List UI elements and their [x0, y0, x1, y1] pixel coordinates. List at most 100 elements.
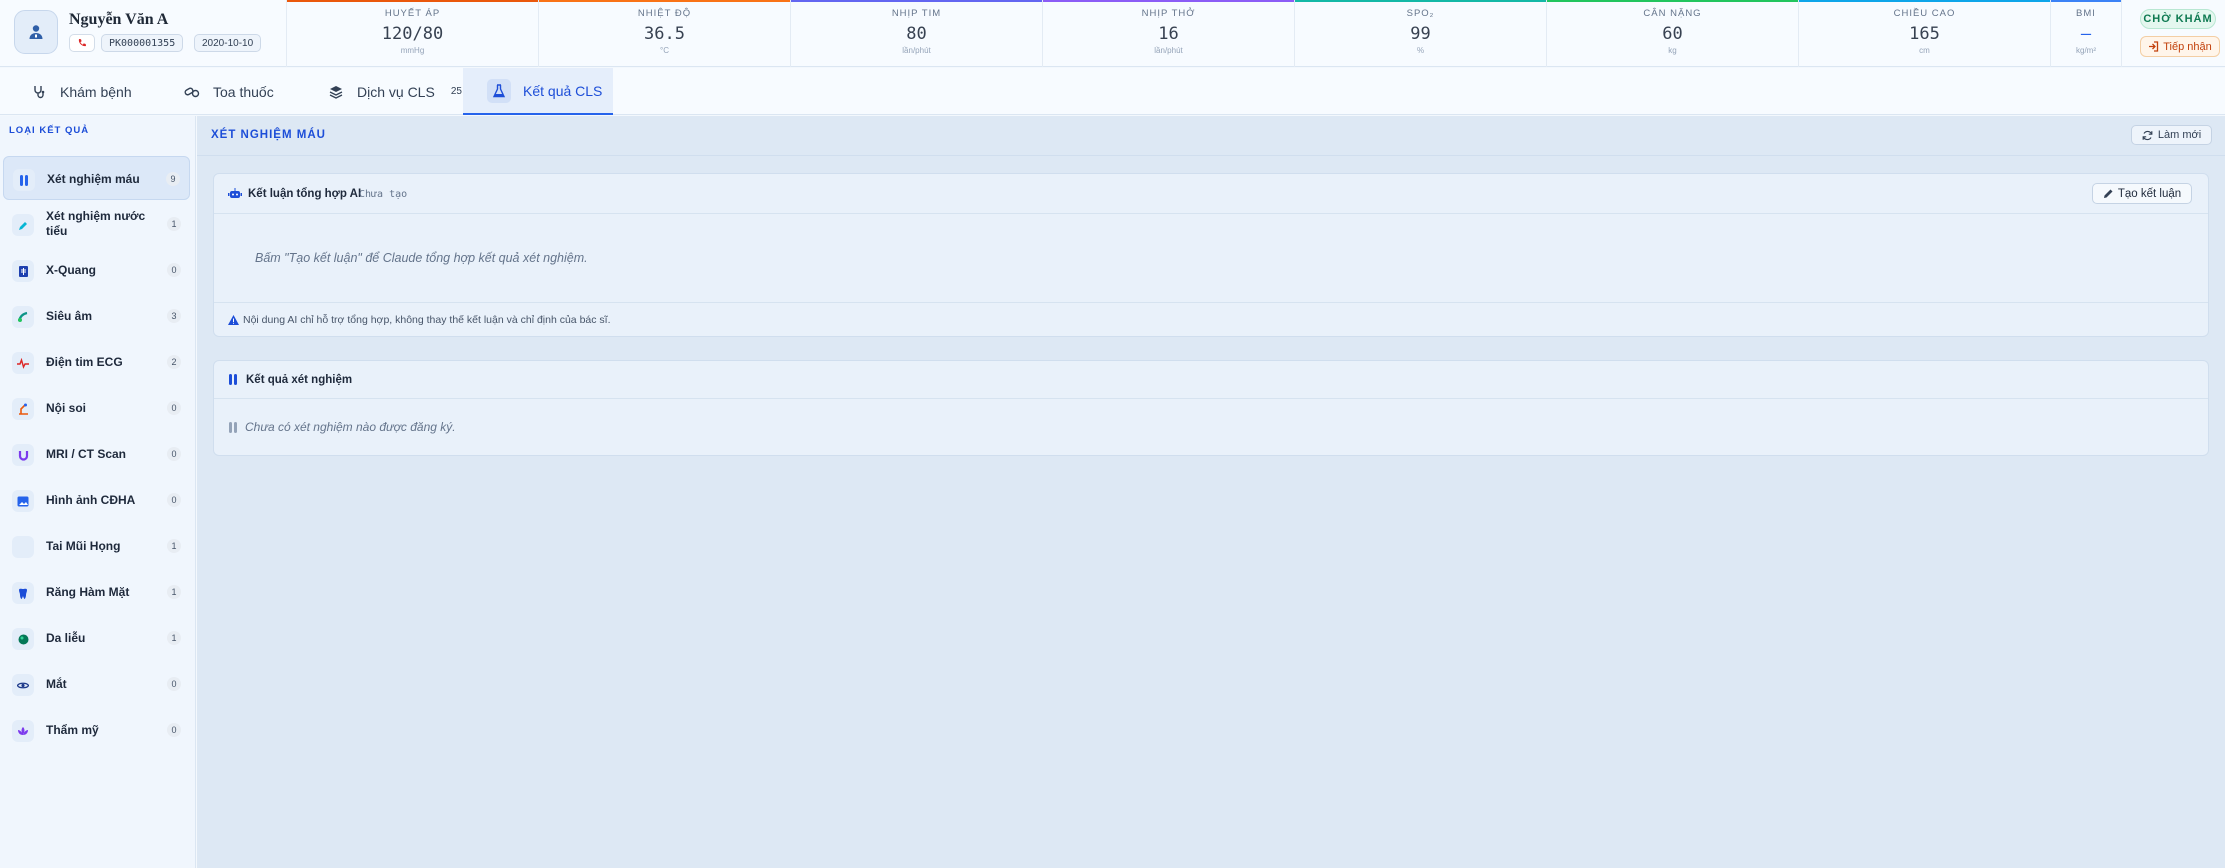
- vital-unit: cm: [1919, 46, 1930, 55]
- vital-accent-bar: [2051, 0, 2121, 2]
- patient-code: PK000001355: [101, 34, 184, 52]
- sidebar-item-label: Nội soi: [46, 400, 87, 415]
- refresh-button[interactable]: Làm mới: [2131, 125, 2212, 145]
- vital-accent-bar: [1547, 0, 1798, 2]
- ent-icon: [12, 536, 34, 558]
- sidebar-item-count: 1: [167, 217, 181, 231]
- sidebar-item-7[interactable]: Hình ảnh CĐHA 0: [3, 478, 190, 522]
- sidebar-item-label: X-Quang: [46, 262, 96, 277]
- sidebar-item-label: MRI / CT Scan: [46, 446, 127, 461]
- vital-unit: kg/m²: [2076, 46, 2096, 55]
- section-title: XÉT NGHIỆM MÁU: [211, 129, 326, 141]
- tab-toa-thuoc[interactable]: Toa thuốc: [153, 68, 297, 115]
- sidebar-item-count: 1: [167, 631, 181, 645]
- sidebar-item-label: Thẩm mỹ: [46, 722, 99, 737]
- sidebar-item-9[interactable]: Răng Hàm Mặt 1: [3, 570, 190, 614]
- empty-text: Chưa có xét nghiệm nào được đăng ký.: [245, 420, 456, 434]
- receive-label: Tiếp nhận: [2163, 40, 2212, 53]
- sidebar-item-11[interactable]: Mắt 0: [3, 662, 190, 706]
- vital-accent-bar: [539, 0, 790, 2]
- sidebar-item-count: 0: [167, 263, 181, 277]
- sidebar-item-2[interactable]: X-Quang 0: [3, 248, 190, 292]
- vital-label: BMI: [2076, 8, 2096, 19]
- refresh-label: Làm mới: [2157, 129, 2202, 141]
- disclaimer-text: Nội dung AI chỉ hỗ trợ tổng hợp, không t…: [243, 313, 611, 326]
- refresh-icon: [2142, 130, 2153, 140]
- sidebar-item-count: 0: [167, 493, 181, 507]
- vital-unit: %: [1416, 46, 1425, 55]
- sidebar-item-count: 0: [167, 447, 181, 461]
- vital-4: SPO₂ 99%: [1295, 0, 1547, 67]
- image-icon: [12, 490, 34, 512]
- sidebar-item-count: 0: [167, 401, 181, 415]
- pills-icon: [183, 83, 201, 101]
- tooth-icon: [12, 582, 34, 604]
- tab-kham-benh[interactable]: Khám bệnh: [0, 68, 153, 115]
- call-button[interactable]: [69, 34, 95, 52]
- sidebar-item-label: Xét nghiệm nước tiểu: [46, 209, 146, 238]
- xray-icon: [12, 260, 34, 282]
- ai-disclaimer: Nội dung AI chỉ hỗ trợ tổng hợp, không t…: [214, 302, 2208, 336]
- sidebar-item-12[interactable]: Thẩm mỹ 0: [3, 708, 190, 752]
- tab-bar: Khám bệnh Toa thuốc Dịch vụ CLS 25 Kết q…: [0, 68, 2225, 115]
- sidebar-item-5[interactable]: Nội soi 0: [3, 386, 190, 430]
- vital-accent-bar: [1043, 0, 1294, 2]
- vital-value: 16: [1158, 24, 1179, 44]
- vital-unit: mmHg: [400, 46, 425, 55]
- patient-name: Nguyễn Văn A: [69, 11, 169, 28]
- result-type-sidebar: LOẠI KẾT QUẢ Xét nghiệm máu 9 Xét nghiệm n…: [0, 116, 196, 868]
- vital-label: CHIỀU CAO: [1893, 8, 1956, 19]
- tab-label: Dịch vụ CLS: [357, 83, 435, 100]
- eye-icon: [12, 674, 34, 696]
- sidebar-item-4[interactable]: Điện tim ECG 2: [3, 340, 190, 384]
- avatar: [14, 10, 58, 54]
- sidebar-item-label: Tai Mũi Họng: [46, 538, 121, 553]
- patient-info: Nguyễn Văn A PK000001355 2020-10-10: [0, 0, 287, 67]
- doctor-icon: [29, 25, 43, 39]
- vital-accent-bar: [1295, 0, 1546, 2]
- vital-label: NHIỆT ĐỘ: [637, 8, 692, 19]
- sidebar-item-8[interactable]: Tai Mũi Họng 1: [3, 524, 190, 568]
- vital-5: CÂN NẶNG 60 kg: [1547, 0, 1799, 67]
- vital-label: CÂN NẶNG: [1643, 8, 1702, 19]
- sidebar-item-label: Điện tim ECG: [46, 354, 123, 369]
- vital-value: 120/80: [381, 24, 444, 44]
- receive-button[interactable]: Tiếp nhận: [2140, 36, 2220, 57]
- ai-card-status: Chưa tạo: [359, 189, 408, 200]
- vital-accent-bar: [287, 0, 538, 2]
- tab-count-badge: 25: [450, 86, 462, 97]
- ai-summary-card: Kết luận tổng hợp AI Chưa tạo Tạo kết lu…: [213, 173, 2209, 337]
- sidebar-item-label: Xét nghiệm máu: [47, 171, 140, 186]
- sidebar-item-label: Hình ảnh CĐHA: [46, 492, 136, 507]
- sidebar-item-label: Siêu âm: [46, 308, 93, 323]
- stethoscope-icon: [30, 83, 48, 101]
- sidebar-item-0[interactable]: Xét nghiệm máu 9: [3, 156, 190, 200]
- section-header: XÉT NGHIỆM MÁU Làm mới: [197, 116, 2225, 156]
- vital-unit: °C: [660, 46, 669, 55]
- vital-unit: lần/phút: [902, 46, 931, 55]
- sidebar-item-count: 1: [167, 585, 181, 599]
- ai-card-header: Kết luận tổng hợp AI Chưa tạo Tạo kết lu…: [214, 174, 2208, 214]
- tab-dich-vu-cls[interactable]: Dịch vụ CLS 25: [297, 68, 463, 115]
- warning-icon: [228, 314, 239, 325]
- sidebar-item-6[interactable]: MRI / CT Scan 0: [3, 432, 190, 476]
- vital-value: —: [2080, 24, 2092, 44]
- sidebar-item-count: 9: [166, 172, 180, 186]
- create-conclusion-button[interactable]: Tạo kết luận: [2092, 183, 2192, 204]
- sidebar-item-10[interactable]: Da liễu 1: [3, 616, 190, 660]
- sidebar-item-1[interactable]: Xét nghiệm nước tiểu 1: [3, 202, 190, 246]
- ai-card-title: Kết luận tổng hợp AI: [248, 188, 362, 200]
- flask-icon: [487, 78, 511, 103]
- vital-2: NHỊP TIM 80 lần/phút: [791, 0, 1043, 67]
- ultrasound-icon: [12, 306, 34, 328]
- sidebar-item-label: Da liễu: [46, 630, 86, 645]
- skin-icon: [12, 628, 34, 650]
- ai-hint-text: Bấm "Tạo kết luận" để Claude tổng hợp kế…: [255, 251, 588, 265]
- layers-icon: [327, 83, 345, 101]
- lotus-icon: [12, 720, 34, 742]
- test-results-card: Kết quả xét nghiệm Chưa có xét nghiệm nà…: [213, 360, 2209, 456]
- test-tube-icon: [229, 374, 237, 385]
- sidebar-item-3[interactable]: Siêu âm 3: [3, 294, 190, 338]
- tab-label: Khám bệnh: [60, 83, 132, 100]
- tab-ket-qua-cls[interactable]: Kết quả CLS: [463, 68, 613, 115]
